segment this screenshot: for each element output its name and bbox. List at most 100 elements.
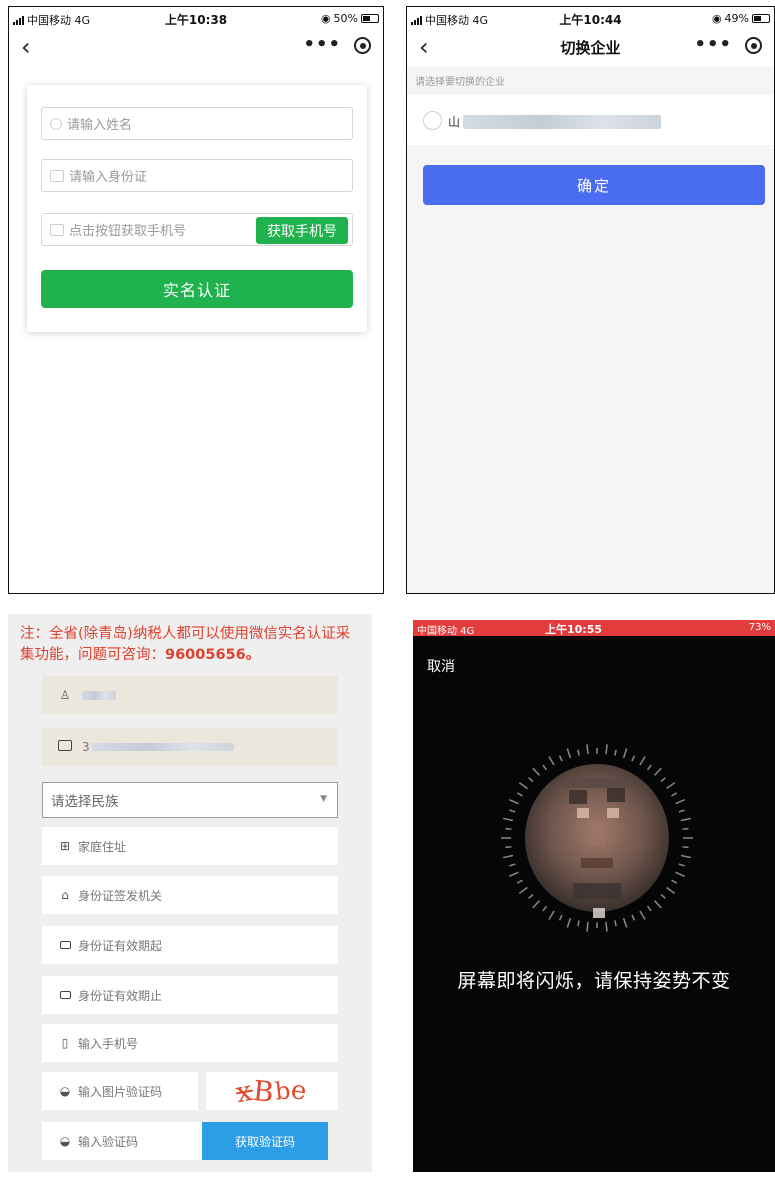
frame-tick [660,893,666,899]
frame-tick [653,900,662,909]
frame-tick [605,921,608,932]
carrier-label: 中国移动 4G [417,626,475,637]
frame-tick [577,920,580,927]
blurred-id-number [91,743,234,751]
status-bar: 中国移动 4G 上午10:55 73% [413,620,775,637]
frame-tick [646,905,652,912]
frame-tick [666,886,676,894]
frame-tick [639,910,646,920]
frame-tick [678,809,685,813]
battery-icon [361,14,379,23]
notice-text: 注：全省(除青岛)纳税人都可以使用微信实名认证采集功能，问题可咨询：960056… [20,624,360,666]
captcha-char: e [289,1075,310,1107]
clock: 上午10:55 [545,623,603,636]
battery-percent: 49% [724,12,749,25]
select-company-hint: 请选择要切换的企业 [415,77,505,88]
more-menu-icon[interactable]: ••• [694,34,732,55]
id-card-icon [52,938,78,952]
battery-percent: 73% [748,622,771,633]
frame-tick [542,764,548,771]
frame-tick [666,782,676,790]
frame-tick [558,914,563,921]
status-bar: 中国移动 4G 上午10:38 ◉ 50% [9,7,383,31]
frame-tick [646,764,652,771]
screen-face-capture: 中国移动 4G 上午10:55 73% 取消 屏幕即将闪烁，请保持姿势不变 [413,620,775,1172]
radio-button[interactable] [423,111,442,130]
address-field[interactable]: ⊞ 家庭住址 [42,827,338,865]
frame-tick [516,879,523,884]
address-placeholder: 家庭住址 [78,839,127,854]
face-frame [501,744,693,932]
valid-to-field[interactable]: 身份证有效期止 [42,976,338,1014]
id-card-icon [52,740,78,754]
phone-icon [50,223,64,236]
ethnicity-select[interactable]: 请选择民族 ▼ [42,782,338,818]
ethnicity-placeholder: 请选择民族 [51,794,119,810]
name-field[interactable]: 请输入姓名 [41,107,353,140]
frame-tick [508,799,519,805]
frame-tick [502,854,514,859]
id-number-row: 3 [42,728,338,766]
notice-phone: 96005656。 [165,647,261,663]
more-menu-icon[interactable]: ••• [303,34,341,55]
back-arrow-icon[interactable]: ‹ [21,33,31,61]
id-card-field[interactable]: 请输入身份证 [41,159,353,192]
instruction-message: 屏幕即将闪烁，请保持姿势不变 [457,970,731,992]
auth-form-card: 请输入姓名 请输入身份证 点击按钮获取手机号 获取手机号 实名认证 [27,85,367,332]
phone-field[interactable]: ▯ 输入手机号 [42,1024,338,1062]
close-miniprogram-icon[interactable] [745,37,762,54]
valid-from-placeholder: 身份证有效期起 [78,938,163,953]
frame-tick [577,749,580,756]
frame-tick [558,755,563,762]
frame-tick [528,893,534,899]
frame-tick [639,756,646,766]
sms-code-field[interactable]: ◒ 输入验证码 [42,1122,202,1160]
frame-tick [509,809,516,813]
nav-bar: ‹ ••• [9,31,383,65]
captcha-image[interactable]: x B b e [206,1072,338,1110]
frame-tick [505,827,512,830]
frame-tick [566,748,572,759]
sms-code-placeholder: 输入验证码 [78,1134,139,1149]
frame-tick [622,748,628,759]
frame-tick [675,871,686,877]
company-name-initial: 山 [448,115,461,129]
frame-tick [614,749,617,756]
realname-submit-button[interactable]: 实名认证 [41,270,353,308]
frame-tick [505,846,512,849]
dropdown-arrow-icon: ▼ [320,794,327,804]
frame-tick [548,756,555,766]
cancel-button[interactable]: 取消 [427,656,455,676]
valid-from-field[interactable]: 身份证有效期起 [42,926,338,964]
frame-tick [631,755,636,762]
building-icon: ⊞ [59,839,71,853]
frame-tick [518,782,528,790]
hint-strip: 请选择要切换的企业 [407,67,774,95]
screen-info-collection: 注：全省(除青岛)纳税人都可以使用微信实名认证采集功能，问题可咨询：960056… [8,614,372,1172]
frame-tick [678,863,685,867]
confirm-button[interactable]: 确定 [423,165,765,205]
phone-field[interactable]: 点击按钮获取手机号 获取手机号 [41,213,353,246]
shield-icon: ◒ [59,1134,71,1148]
status-bar: 中国移动 4G 上午10:44 ◉ 49% [407,7,774,31]
blurred-name [82,690,116,700]
alarm-icon: ◉ [711,12,722,25]
frame-tick [614,920,617,927]
authority-field[interactable]: ⌂ 身份证签发机关 [42,876,338,914]
frame-tick [532,900,541,909]
image-code-field[interactable]: ◒ 输入图片验证码 [42,1072,198,1110]
close-miniprogram-icon[interactable] [354,37,371,54]
name-placeholder: 请输入姓名 [67,118,133,133]
blurred-company-name [463,115,661,129]
phone-placeholder: 输入手机号 [78,1036,139,1051]
frame-tick [682,846,689,849]
page-background [407,148,774,593]
get-code-button[interactable]: 获取验证码 [202,1122,328,1160]
frame-tick [660,777,666,783]
person-icon: ♙ [59,688,71,702]
frame-tick [508,871,519,877]
id-placeholder: 请输入身份证 [69,170,148,185]
get-phone-button[interactable]: 获取手机号 [256,217,348,244]
id-card-icon [52,988,78,1002]
company-option[interactable]: 山 [407,95,774,147]
